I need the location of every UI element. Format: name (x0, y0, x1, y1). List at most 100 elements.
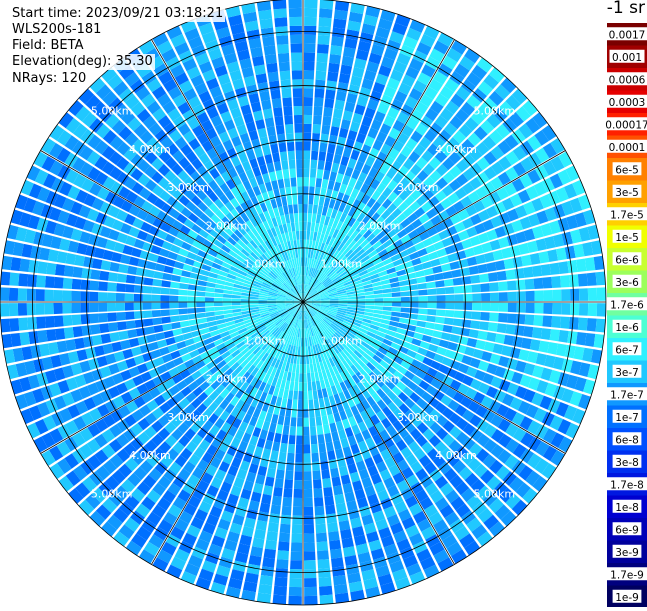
range-gate (316, 62, 327, 72)
range-gate (280, 71, 291, 81)
range-gate (157, 256, 167, 265)
range-gate (314, 97, 324, 107)
range-gate (286, 133, 294, 142)
range-gate (304, 516, 314, 525)
range-gate (259, 429, 267, 439)
range-gate (334, 584, 348, 595)
range-gate (55, 328, 65, 340)
field-label: Field: BETA (10, 38, 85, 54)
colorbar-label: 1.7e-8 (610, 479, 644, 491)
range-gate (241, 305, 250, 308)
range-gate (306, 346, 309, 355)
range-gate (278, 415, 285, 425)
range-gate (332, 476, 342, 486)
range-gate (481, 303, 490, 311)
range-gate (162, 323, 172, 331)
range-gate (401, 302, 410, 307)
range-gate (296, 436, 302, 445)
range-gate (317, 425, 324, 435)
range-gate (250, 305, 259, 308)
range-gate (274, 478, 283, 488)
range-gate (532, 265, 542, 277)
range-gate (289, 381, 294, 390)
range-gate (542, 316, 552, 328)
range-gate (356, 299, 365, 302)
range-gate (306, 240, 309, 249)
range-gate (297, 355, 300, 364)
range-gate (506, 324, 516, 334)
range-gate (286, 462, 294, 471)
range-gate (89, 314, 99, 324)
range-gate (308, 204, 313, 213)
range-gate (472, 303, 481, 311)
range-gate (241, 299, 250, 302)
range-gate (214, 288, 223, 293)
range-gate (276, 469, 285, 479)
range-gate (333, 154, 341, 164)
range-gate (480, 283, 490, 292)
range-gate (317, 44, 329, 54)
range-gate (506, 269, 516, 279)
range-gate (477, 264, 487, 274)
colorbar-label: 1e-7 (615, 412, 639, 424)
range-gate (304, 560, 316, 569)
range-gate (129, 257, 139, 267)
range-gate (28, 331, 38, 344)
range-gate (365, 306, 374, 310)
range-gate (315, 515, 325, 525)
range-gate (270, 450, 278, 460)
range-gate (196, 308, 205, 313)
range-gate (274, 161, 282, 171)
ppi-grid (0, 0, 606, 605)
range-gate (319, 577, 332, 587)
range-gate (322, 116, 331, 126)
range-gate (311, 160, 318, 169)
range-gate (432, 266, 442, 274)
range-gate (271, 414, 278, 424)
range-gate (290, 426, 296, 435)
range-gate (291, 222, 295, 231)
range-gate (292, 195, 297, 204)
colorbar-label: 1e-6 (615, 322, 639, 334)
range-gate (334, 10, 348, 21)
range-gate (550, 329, 560, 341)
range-gate (304, 61, 315, 70)
colorbar-label: 1.7e-9 (610, 569, 644, 581)
range-gate (333, 575, 347, 585)
range-gate (311, 372, 315, 381)
range-gate (428, 296, 437, 302)
range-gate (179, 315, 189, 321)
range-gate (46, 329, 56, 341)
range-gate (534, 278, 544, 289)
range-gate (558, 261, 568, 274)
range-gate (292, 516, 302, 525)
range-gate (280, 443, 288, 453)
ppi-svg: 1.00km1.00km1.00km1.00km2.00km2.00km2.00… (0, 0, 647, 607)
range-gate (171, 322, 181, 329)
range-gate (205, 297, 214, 301)
range-gate (11, 257, 22, 271)
range-gate (324, 496, 334, 506)
range-gate (296, 364, 300, 373)
range-gate (419, 302, 428, 308)
range-gate (256, 520, 268, 531)
range-gate (418, 289, 427, 295)
range-gate (318, 443, 326, 453)
range-gate (400, 313, 409, 319)
range-gate (36, 303, 45, 315)
range-gate (441, 263, 451, 271)
range-gate (296, 444, 303, 453)
range-gate (291, 533, 302, 542)
range-gate (297, 240, 300, 249)
range-gate (304, 578, 317, 587)
range-gate (281, 80, 291, 90)
range-gate (283, 389, 289, 399)
range-gate (331, 431, 339, 441)
range-gate (475, 254, 486, 264)
range-gate (333, 440, 341, 450)
range-gate (294, 489, 303, 498)
range-gate (390, 282, 400, 288)
range-gate (552, 303, 561, 314)
range-gate (178, 309, 187, 315)
range-gate (332, 117, 342, 127)
